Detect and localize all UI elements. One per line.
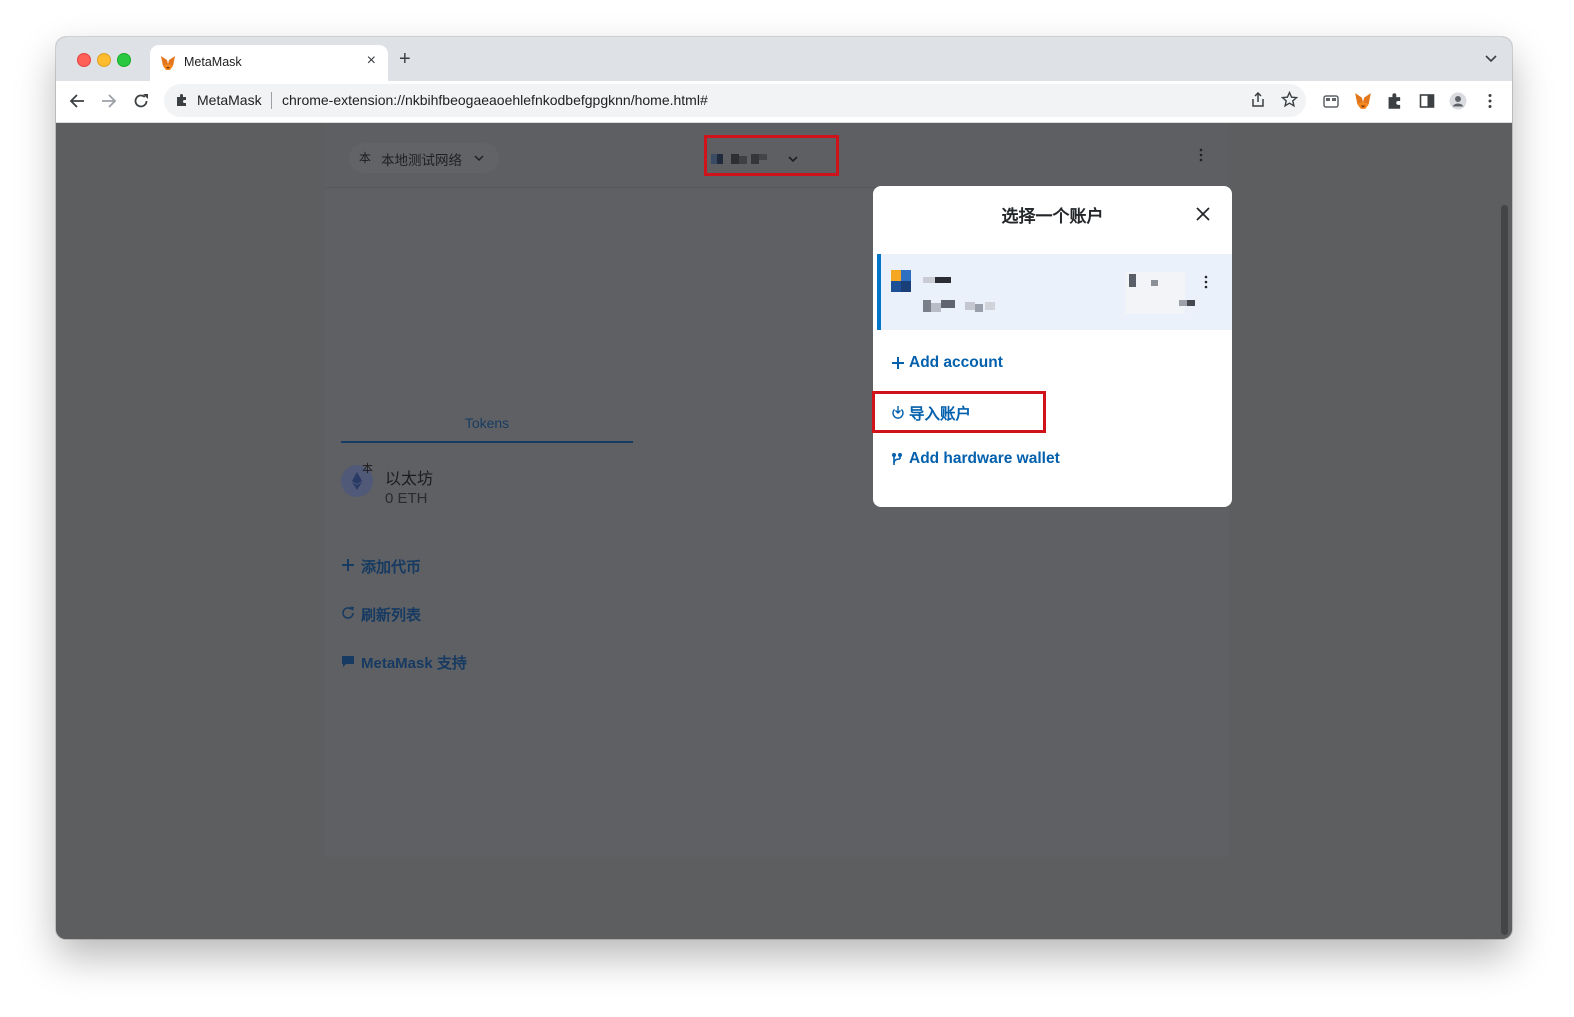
window-zoom-button[interactable] — [117, 53, 131, 67]
new-tab-button[interactable]: + — [399, 48, 411, 71]
support-label: MetaMask 支持 — [361, 655, 467, 672]
account-list-item[interactable] — [877, 254, 1232, 330]
reload-icon[interactable] — [132, 92, 150, 110]
hardware-wallet-icon — [892, 453, 902, 465]
divider — [271, 92, 272, 109]
extension-icon[interactable] — [1322, 92, 1340, 110]
side-panel-icon[interactable] — [1418, 92, 1436, 110]
address-bar[interactable]: MetaMask chrome-extension://nkbihfbeogae… — [164, 84, 1306, 117]
page-content: 本 本地测试网络 Tokens 本 以太坊 0 ETH 添加代币 刷新列表 Me… — [56, 123, 1512, 939]
highlight-box-account-menu — [704, 135, 839, 176]
window-close-button[interactable] — [77, 53, 91, 67]
site-chip: MetaMask — [197, 92, 262, 108]
refresh-icon — [342, 606, 354, 619]
metamask-fox-icon[interactable] — [1354, 92, 1372, 110]
star-icon[interactable] — [1281, 91, 1298, 108]
metamask-fox-icon — [161, 56, 175, 70]
asset-balance: 0 ETH — [385, 490, 428, 507]
back-arrow-icon[interactable] — [68, 92, 86, 110]
window-minimize-button[interactable] — [97, 53, 111, 67]
close-icon[interactable] — [1195, 206, 1211, 222]
tab-strip: MetaMask × + — [56, 37, 1512, 81]
account-avatar — [891, 270, 911, 292]
select-account-modal: 选择一个账户 Add account 导入账户 Add hardware wal… — [873, 186, 1232, 507]
metamask-app: 本 本地测试网络 Tokens 本 以太坊 0 ETH 添加代币 刷新列表 Me… — [325, 123, 1232, 857]
account-options-icon[interactable] — [1203, 274, 1209, 290]
redacted-account-meta — [1125, 272, 1195, 314]
redacted-account-balance — [923, 300, 995, 312]
add-token-label: 添加代币 — [361, 559, 422, 576]
kebab-menu-icon[interactable] — [1195, 147, 1207, 163]
tab-tokens[interactable]: Tokens — [341, 411, 633, 443]
plus-icon — [892, 357, 904, 369]
extension-puzzle-icon — [177, 94, 186, 106]
tab-title: MetaMask — [184, 55, 242, 69]
plus-icon — [342, 559, 354, 571]
network-badge: 本 — [359, 151, 372, 165]
share-icon[interactable] — [1250, 92, 1266, 108]
modal-title: 选择一个账户 — [1001, 207, 1104, 226]
profile-avatar-icon[interactable] — [1449, 92, 1467, 110]
highlight-box-import-account — [872, 391, 1046, 433]
chevron-down-icon[interactable] — [1484, 51, 1498, 65]
asset-name[interactable]: 以太坊 — [385, 465, 433, 489]
browser-menu-icon[interactable] — [1481, 92, 1499, 110]
extension-puzzle-icon[interactable] — [1386, 92, 1404, 110]
add-account-label: Add account — [909, 354, 1003, 371]
redacted-account-name — [923, 277, 951, 283]
network-selector[interactable]: 本 本地测试网络 — [349, 143, 499, 173]
asset-network-badge: 本 — [362, 463, 373, 475]
tab-tokens-label: Tokens — [464, 415, 510, 431]
url-text[interactable]: chrome-extension://nkbihfbeogaeaoehlefnk… — [282, 92, 708, 108]
forward-arrow-icon[interactable] — [100, 92, 118, 110]
chat-icon — [342, 656, 354, 667]
add-hardware-wallet-label: Add hardware wallet — [909, 450, 1060, 467]
browser-toolbar: MetaMask chrome-extension://nkbihfbeogae… — [56, 81, 1512, 123]
refresh-list-label: 刷新列表 — [361, 607, 422, 624]
chevron-down-icon — [474, 155, 484, 162]
scrollbar[interactable] — [1501, 205, 1508, 935]
tab-close-button[interactable]: × — [367, 52, 376, 70]
browser-tab-metamask[interactable]: MetaMask × — [150, 45, 388, 81]
network-label: 本地测试网络 — [381, 153, 462, 168]
browser-window: MetaMask × + MetaMask chrome-extension:/… — [56, 37, 1512, 939]
